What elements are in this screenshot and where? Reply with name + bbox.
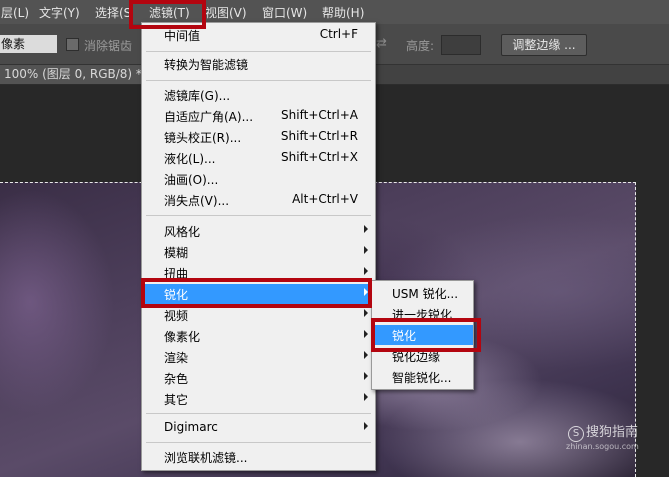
menu-item-browse-online-filters[interactable]: 浏览联机滤镜... — [142, 447, 375, 467]
submenu-arrow-icon — [364, 422, 368, 430]
menu-item-label: 其它 — [164, 393, 189, 407]
menu-bar: 层(L) 文字(Y) 选择(S 滤镜(T) 视图(V) 窗口(W) 帮助(H) — [0, 0, 669, 24]
menu-item-label: 中间值 — [164, 29, 201, 43]
swap-icon[interactable]: ⇄ — [376, 36, 387, 51]
refine-edge-button[interactable]: 调整边缘 ... — [501, 34, 587, 56]
menu-item-label: 视频 — [164, 309, 189, 323]
submenu-arrow-icon — [364, 330, 368, 338]
submenu-arrow-icon — [364, 309, 368, 317]
menu-item-blur[interactable]: 模糊 — [142, 242, 375, 262]
submenu-arrow-icon — [364, 393, 368, 401]
menu-item-adaptive-wide-angle[interactable]: 自适应广角(A)... Shift+Ctrl+A — [142, 106, 375, 126]
menu-item-video[interactable]: 视频 — [142, 305, 375, 325]
menu-item-label: 液化(L)... — [164, 152, 216, 166]
menu-item-shortcut: Shift+Ctrl+A — [281, 108, 358, 122]
menu-item-label: 像素化 — [164, 330, 201, 344]
menu-item-label: 油画(O)... — [164, 173, 219, 187]
menu-item-render[interactable]: 渲染 — [142, 347, 375, 367]
submenu-arrow-icon — [364, 246, 368, 254]
filter-menu: 中间值 Ctrl+F 转换为智能滤镜 滤镜库(G)... 自适应广角(A)...… — [141, 22, 376, 471]
submenu-arrow-icon — [364, 372, 368, 380]
submenu-arrow-icon — [364, 225, 368, 233]
menu-help[interactable]: 帮助(H) — [322, 4, 364, 21]
menu-item-shortcut: Alt+Ctrl+V — [292, 192, 358, 206]
submenu-arrow-icon — [364, 351, 368, 359]
height-input[interactable] — [441, 35, 481, 55]
menu-item-shortcut: Ctrl+F — [319, 27, 358, 41]
menu-item-label: 浏览联机滤镜... — [164, 451, 248, 465]
menu-item-label: 消失点(V)... — [164, 194, 230, 208]
menu-item-shortcut: Shift+Ctrl+X — [281, 150, 358, 164]
menu-item-oil-paint[interactable]: 油画(O)... — [142, 169, 375, 189]
document-tab[interactable]: 100% (图层 0, RGB/8) * — [0, 65, 152, 84]
menu-item-pixelate[interactable]: 像素化 — [142, 326, 375, 346]
menu-select[interactable]: 选择(S — [95, 4, 131, 21]
menu-item-convert-smart-filter[interactable]: 转换为智能滤镜 — [142, 54, 375, 74]
menu-item-liquify[interactable]: 液化(L)... Shift+Ctrl+X — [142, 148, 375, 168]
menu-item-label: 滤镜库(G)... — [164, 89, 231, 103]
antialias-label: 消除锯齿 — [84, 39, 133, 53]
menu-separator — [146, 215, 371, 216]
menu-item-label: 渲染 — [164, 351, 189, 365]
menu-separator — [146, 413, 371, 414]
menu-item-label: 镜头校正(R)... — [164, 131, 242, 145]
menu-separator — [146, 442, 371, 443]
menu-item-digimarc[interactable]: Digimarc — [142, 418, 375, 438]
unit-select[interactable]: 像素 — [0, 35, 57, 53]
watermark-url: zhinan.sogou.com — [566, 442, 639, 451]
menu-item-lens-correction[interactable]: 镜头校正(R)... Shift+Ctrl+R — [142, 127, 375, 147]
menu-type[interactable]: 文字(Y) — [39, 4, 80, 21]
menu-item-label: 杂色 — [164, 372, 189, 386]
antialias-checkbox[interactable] — [66, 38, 79, 51]
submenu-item-smart-sharpen[interactable]: 智能锐化... — [372, 367, 473, 387]
menu-item-label: 风格化 — [164, 225, 201, 239]
menu-item-noise[interactable]: 杂色 — [142, 368, 375, 388]
menu-separator — [146, 51, 371, 52]
annotation-sharpen-item — [141, 278, 372, 308]
submenu-item-label: 智能锐化... — [392, 371, 452, 385]
menu-window[interactable]: 窗口(W) — [262, 4, 307, 21]
submenu-item-label: USM 锐化... — [392, 287, 459, 301]
menu-item-label: Digimarc — [164, 420, 218, 434]
menu-item-other[interactable]: 其它 — [142, 389, 375, 409]
annotation-filter-menu — [129, 0, 206, 29]
sogou-logo-icon: S — [568, 426, 584, 442]
watermark: S 搜狗指南 — [568, 421, 638, 442]
menu-view[interactable]: 视图(V) — [205, 4, 247, 21]
menu-item-label: 模糊 — [164, 246, 189, 260]
annotation-sharpen-subitem — [371, 318, 481, 352]
watermark-brand: 搜狗指南 — [586, 425, 639, 440]
menu-item-shortcut: Shift+Ctrl+R — [280, 129, 358, 143]
menu-item-label: 转换为智能滤镜 — [164, 58, 249, 72]
menu-item-stylize[interactable]: 风格化 — [142, 221, 375, 241]
height-label: 高度: — [406, 39, 435, 53]
submenu-arrow-icon — [364, 267, 368, 275]
menu-item-filter-gallery[interactable]: 滤镜库(G)... — [142, 85, 375, 105]
submenu-item-unsharp-mask[interactable]: USM 锐化... — [372, 283, 473, 303]
menu-separator — [146, 80, 371, 81]
menu-item-label: 自适应广角(A)... — [164, 110, 254, 124]
menu-item-vanishing-point[interactable]: 消失点(V)... Alt+Ctrl+V — [142, 190, 375, 210]
menu-layer[interactable]: 层(L) — [1, 4, 29, 21]
